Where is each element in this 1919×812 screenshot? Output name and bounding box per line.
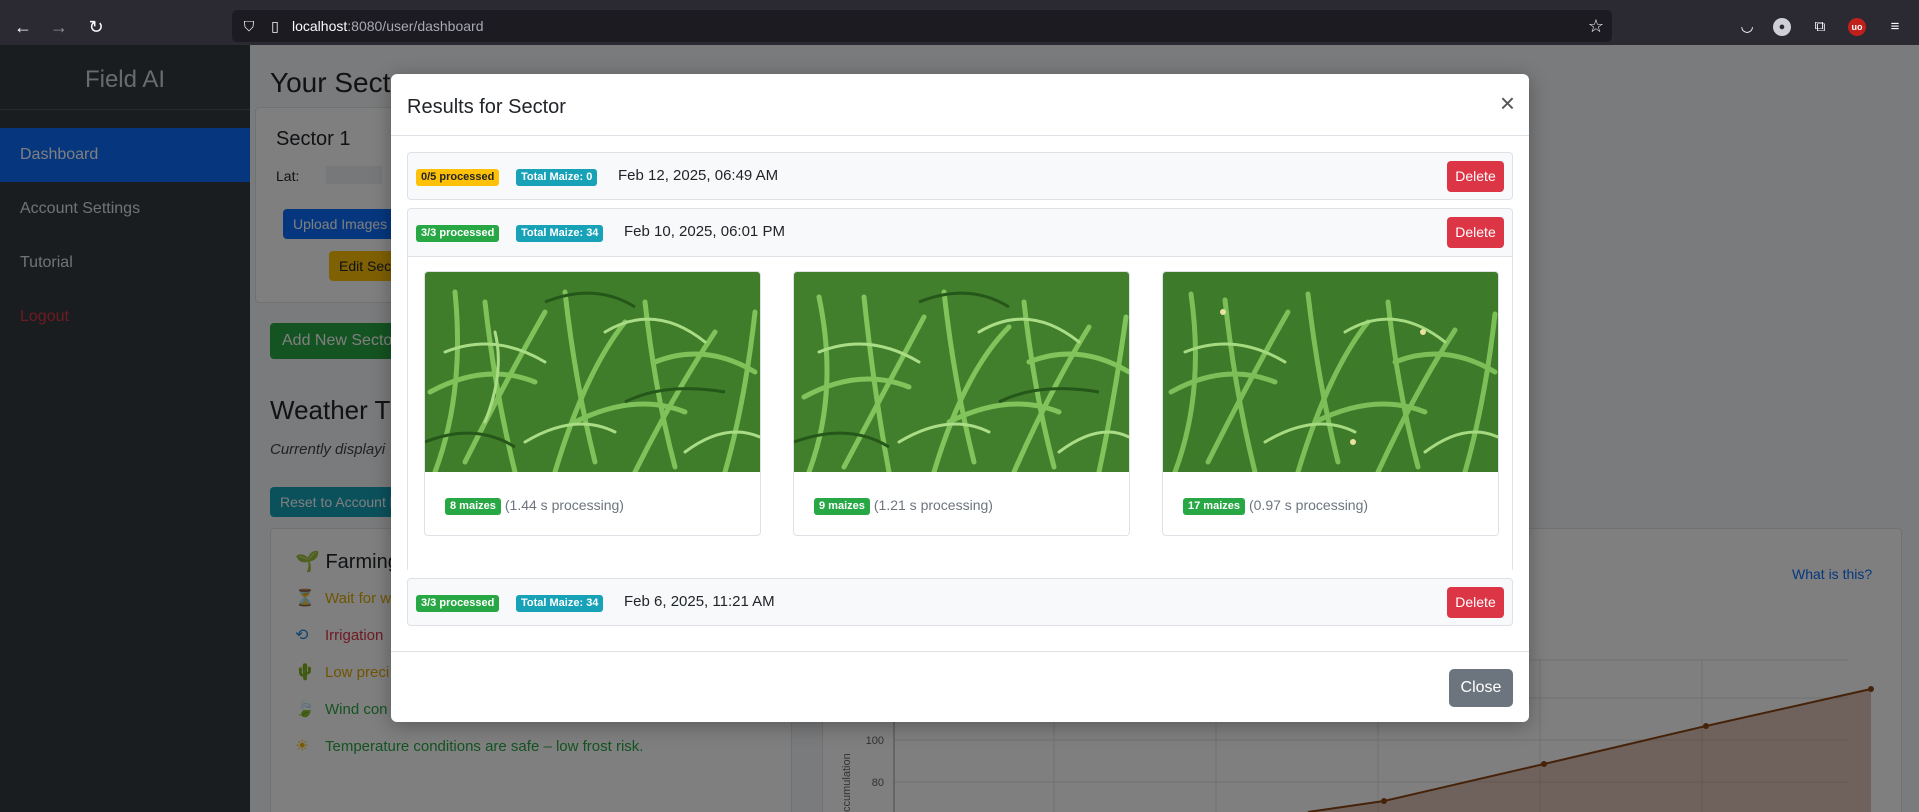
image-caption: 8 maizes (1.44 s processing) xyxy=(445,497,624,515)
browser-toolbar: ← → ↻ ⛉ ▯ localhost:8080/user/dashboard … xyxy=(0,7,1919,45)
total-maize-badge: Total Maize: 34 xyxy=(516,225,604,242)
processing-time: (1.21 s processing) xyxy=(873,497,993,513)
url-path: :8080/user/dashboard xyxy=(347,18,484,34)
image-caption: 9 maizes (1.21 s processing) xyxy=(814,497,993,515)
url-bar[interactable]: ⛉ ▯ localhost:8080/user/dashboard ☆ xyxy=(232,10,1612,42)
result-date: Feb 6, 2025, 11:21 AM xyxy=(624,593,775,610)
image-result-card: 9 maizes (1.21 s processing) xyxy=(793,271,1130,536)
maize-field-image[interactable] xyxy=(794,272,1130,472)
pocket-icon[interactable]: ◡ xyxy=(1736,16,1758,38)
ublock-icon[interactable]: uo xyxy=(1848,18,1866,36)
modal-close-icon[interactable]: × xyxy=(1500,90,1515,116)
maize-field-image[interactable] xyxy=(425,272,761,472)
reload-icon[interactable]: ↻ xyxy=(83,14,109,40)
maize-count-badge: 9 maizes xyxy=(814,498,870,515)
processing-time: (1.44 s processing) xyxy=(504,497,624,513)
url-text[interactable]: localhost:8080/user/dashboard xyxy=(292,18,483,34)
browser-tab-strip xyxy=(0,0,1919,7)
modal-title: Results for Sector xyxy=(407,96,566,118)
url-host: localhost xyxy=(292,18,348,34)
result-header[interactable]: 3/3 processed Total Maize: 34 Feb 10, 20… xyxy=(408,209,1512,255)
result-header[interactable]: 0/5 processed Total Maize: 0 Feb 12, 202… xyxy=(408,153,1512,199)
forward-icon[interactable]: → xyxy=(46,14,72,40)
result-body: 8 maizes (1.44 s processing) 9 maizes (1… xyxy=(408,256,1512,572)
close-button[interactable]: Close xyxy=(1449,669,1513,707)
image-caption: 17 maizes (0.97 s processing) xyxy=(1183,497,1368,515)
modal-header: Results for Sector × xyxy=(391,74,1529,136)
result-item-expanded[interactable]: 3/3 processed Total Maize: 34 Feb 10, 20… xyxy=(407,208,1513,572)
page-icon[interactable]: ▯ xyxy=(266,17,284,35)
processing-time: (0.97 s processing) xyxy=(1248,497,1369,513)
delete-button[interactable]: Delete xyxy=(1447,161,1504,192)
account-avatar-icon[interactable]: ● xyxy=(1773,18,1791,36)
processed-badge: 3/3 processed xyxy=(416,225,500,242)
delete-button[interactable]: Delete xyxy=(1447,217,1504,248)
image-result-card: 17 maizes (0.97 s processing) xyxy=(1162,271,1499,536)
total-maize-badge: Total Maize: 0 xyxy=(516,169,598,186)
delete-button[interactable]: Delete xyxy=(1447,587,1504,618)
results-modal: Results for Sector × 0/5 processed Total… xyxy=(391,74,1529,722)
result-item[interactable]: 3/3 processed Total Maize: 34 Feb 6, 202… xyxy=(407,578,1513,626)
total-maize-badge: Total Maize: 34 xyxy=(516,595,604,612)
back-icon[interactable]: ← xyxy=(10,14,36,40)
result-header[interactable]: 3/3 processed Total Maize: 34 Feb 6, 202… xyxy=(408,579,1512,625)
maize-count-badge: 8 maizes xyxy=(445,498,501,515)
processed-badge: 0/5 processed xyxy=(416,169,500,186)
result-item[interactable]: 0/5 processed Total Maize: 0 Feb 12, 202… xyxy=(407,152,1513,200)
result-date: Feb 10, 2025, 06:01 PM xyxy=(624,223,785,240)
menu-icon[interactable]: ≡ xyxy=(1884,16,1906,38)
extensions-icon[interactable]: ⧉ xyxy=(1809,16,1831,38)
shield-icon[interactable]: ⛉ xyxy=(240,17,258,35)
image-result-card: 8 maizes (1.44 s processing) xyxy=(424,271,761,536)
maize-count-badge: 17 maizes xyxy=(1183,498,1245,515)
result-date: Feb 12, 2025, 06:49 AM xyxy=(618,167,779,184)
maize-field-image[interactable] xyxy=(1163,272,1499,472)
bookmark-star-icon[interactable]: ☆ xyxy=(1588,16,1604,36)
processed-badge: 3/3 processed xyxy=(416,595,500,612)
modal-footer: Close xyxy=(391,651,1529,722)
